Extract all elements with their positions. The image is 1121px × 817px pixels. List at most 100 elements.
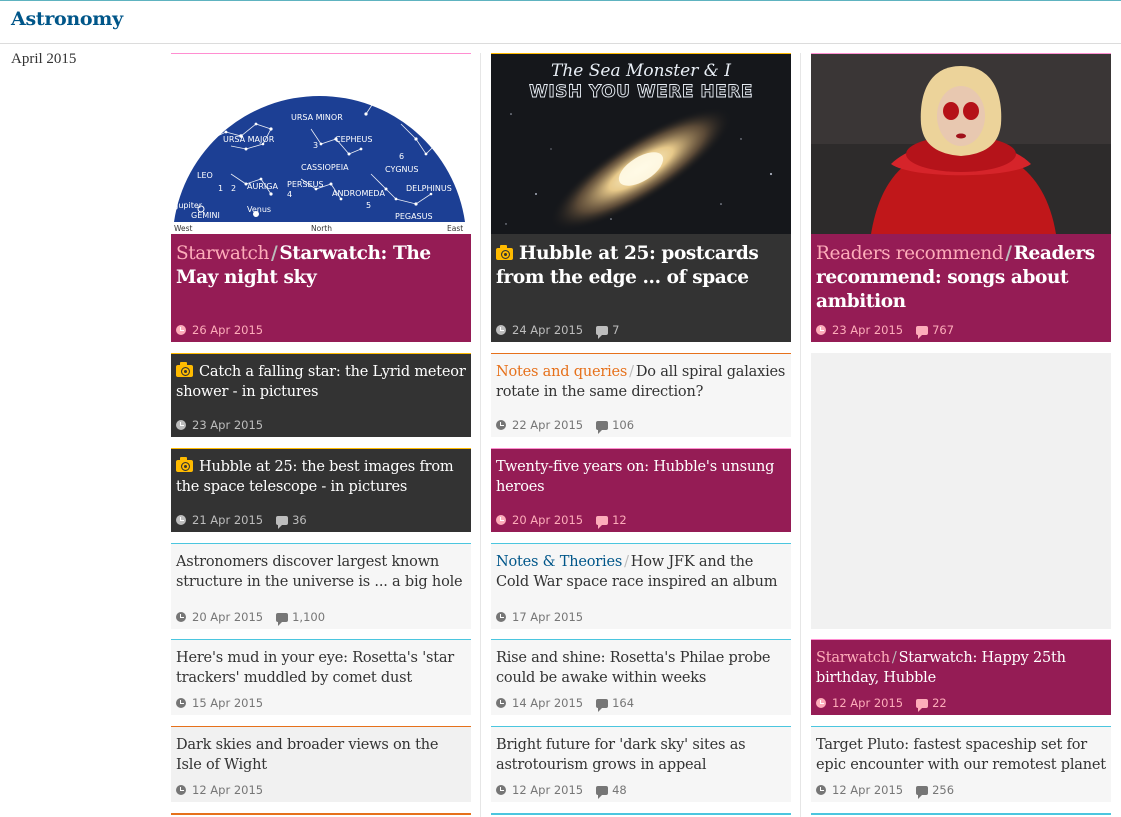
comment-count[interactable]: 1,100 <box>292 610 325 624</box>
comment-icon <box>596 420 609 434</box>
card-date: 20 Apr 2015 <box>512 513 584 527</box>
clock-icon <box>496 515 506 525</box>
card-headline: Readers recommend / Readers recommend: son… <box>816 242 1106 314</box>
card-hubble-best-images[interactable]: Hubble at 25: the best images from the s… <box>171 448 471 532</box>
card-title[interactable]: Bright future for 'dark sky' sites as as… <box>496 737 746 773</box>
compass-north: North <box>311 224 332 233</box>
card-headline[interactable]: Hubble at 25: the best images from the s… <box>176 457 466 497</box>
card-title[interactable]: Hubble at 25: the best images from the s… <box>176 459 454 495</box>
performer-graphic <box>811 54 1111 234</box>
card-title[interactable]: Hubble at 25: postcards from the edge ..… <box>496 243 759 288</box>
card-largest-structure[interactable]: Astronomers discover largest known struc… <box>171 543 471 629</box>
kicker-separator: / <box>891 650 897 666</box>
starmap-label: LEO <box>197 171 213 180</box>
card-kicker[interactable]: Notes & Theories <box>496 554 622 570</box>
clock-icon <box>176 698 186 708</box>
card-date: 26 Apr 2015 <box>192 323 264 337</box>
comment-icon <box>596 515 609 529</box>
kicker-separator: / <box>270 243 278 264</box>
card-meta: 17 Apr 2015 <box>496 608 583 626</box>
card-lyrid-meteor[interactable]: Catch a falling star: the Lyrid meteor s… <box>171 353 471 437</box>
month-label: April 2015 <box>11 51 77 67</box>
starmap-label: AURIGA <box>247 182 278 191</box>
card-headline[interactable]: Catch a falling star: the Lyrid meteor s… <box>176 362 466 402</box>
card-date: 15 Apr 2015 <box>192 696 264 710</box>
clock-icon <box>496 785 506 795</box>
card-starwatch-hubble-birthday[interactable]: Starwatch / Starwatch: Happy 25th birthday… <box>811 639 1111 715</box>
comment-count[interactable]: 164 <box>612 696 634 710</box>
starmap-label: Venus <box>247 205 271 214</box>
comment-icon <box>916 785 929 799</box>
card-title[interactable]: Dark skies and broader views on the Isle… <box>176 737 438 773</box>
starmap-label: URSA MINOR <box>291 113 343 122</box>
card-philae-probe[interactable]: Rise and shine: Rosetta's Philae probe c… <box>491 639 791 715</box>
comment-count[interactable]: 12 <box>612 513 627 527</box>
starmap-label: URSA MAJOR <box>223 135 275 144</box>
card-meta: 12 Apr 2015 48 <box>496 781 627 799</box>
comment-icon <box>916 325 929 339</box>
clock-icon <box>176 515 186 525</box>
card-kicker[interactable]: Starwatch <box>176 243 269 264</box>
card-headline: Here's mud in your eye: Rosetta's 'star … <box>176 648 466 688</box>
comment-icon <box>276 515 289 529</box>
card-date: 12 Apr 2015 <box>832 783 904 797</box>
card-kicker[interactable]: Readers recommend <box>816 243 1004 264</box>
card-kicker[interactable]: Starwatch <box>816 650 890 666</box>
clock-icon <box>496 612 506 622</box>
clock-icon <box>496 420 506 430</box>
card-title[interactable]: Astronomers discover largest known struc… <box>176 554 463 590</box>
comment-icon <box>596 698 609 712</box>
card-meta: 14 Apr 2015 164 <box>496 694 634 712</box>
comment-count[interactable]: 7 <box>612 323 619 337</box>
card-kicker[interactable]: Notes and queries <box>496 364 627 380</box>
compass-east: East <box>447 224 463 233</box>
card-meta: 20 Apr 2015 1,100 <box>176 608 325 626</box>
comment-count[interactable]: 48 <box>612 783 627 797</box>
card-headline[interactable]: Hubble at 25: postcards from the edge ..… <box>496 242 786 290</box>
comment-count[interactable]: 106 <box>612 418 634 432</box>
card-meta: 23 Apr 2015 767 <box>816 321 954 339</box>
card-headline: Bright future for 'dark sky' sites as as… <box>496 735 786 775</box>
comment-count[interactable]: 767 <box>932 323 954 337</box>
page-title[interactable]: Astronomy <box>11 8 123 30</box>
card-spiral-galaxies[interactable]: Notes and queries / Do all spiral galaxies… <box>491 353 791 437</box>
card-headline: Twenty-five years on: Hubble's unsung he… <box>496 457 786 497</box>
card-jfk-cold-war[interactable]: Notes & Theories / How JFK and the Cold Wa… <box>491 543 791 629</box>
card-meta: 22 Apr 2015 106 <box>496 416 634 434</box>
starmap-graphic: URSA MAJOR URSA MINOR CEPHEUS CASSIOPEIA… <box>171 54 471 234</box>
card-date: 21 Apr 2015 <box>192 513 264 527</box>
section-header: Astronomy <box>0 0 1121 44</box>
card-date: 20 Apr 2015 <box>192 610 264 624</box>
card-date: 12 Apr 2015 <box>832 696 904 710</box>
card-isle-of-wight[interactable]: Dark skies and broader views on the Isle… <box>171 726 471 802</box>
starmap-label: DELPHINUS <box>406 184 452 193</box>
card-title[interactable]: Twenty-five years on: Hubble's unsung he… <box>496 459 774 495</box>
comment-icon <box>596 325 609 339</box>
card-target-pluto[interactable]: Target Pluto: fastest spaceship set for … <box>811 726 1111 802</box>
card-date: 22 Apr 2015 <box>512 418 584 432</box>
comment-count[interactable]: 36 <box>292 513 307 527</box>
postcard-line1: The Sea Monster & I <box>551 61 731 81</box>
card-dark-sky-sites[interactable]: Bright future for 'dark sky' sites as as… <box>491 726 791 802</box>
clock-icon <box>176 785 186 795</box>
starmap-number: 6 <box>399 152 404 161</box>
comment-count[interactable]: 256 <box>932 783 954 797</box>
card-headline: Rise and shine: Rosetta's Philae probe c… <box>496 648 786 688</box>
card-starwatch-may[interactable]: URSA MAJOR URSA MINOR CEPHEUS CASSIOPEIA… <box>171 53 471 342</box>
card-rosetta-mud[interactable]: Here's mud in your eye: Rosetta's 'star … <box>171 639 471 715</box>
card-meta: 23 Apr 2015 <box>176 416 263 434</box>
card-hubble-postcards[interactable]: The Sea Monster & I WISH YOU WERE HERE H… <box>491 53 791 342</box>
camera-icon <box>176 457 193 472</box>
next-row-border <box>811 813 1111 815</box>
card-title[interactable]: Rise and shine: Rosetta's Philae probe c… <box>496 650 771 686</box>
starmap-label: Jupiter <box>175 201 203 210</box>
card-hubble-unsung-heroes[interactable]: Twenty-five years on: Hubble's unsung he… <box>491 448 791 532</box>
card-readers-recommend[interactable]: Readers recommend / Readers recommend: son… <box>811 53 1111 342</box>
card-headline: Target Pluto: fastest spaceship set for … <box>816 735 1106 775</box>
card-title[interactable]: Target Pluto: fastest spaceship set for … <box>816 737 1106 773</box>
comment-count[interactable]: 22 <box>932 696 947 710</box>
card-title[interactable]: Catch a falling star: the Lyrid meteor s… <box>176 364 466 400</box>
card-meta: 12 Apr 2015 <box>176 781 263 799</box>
card-title[interactable]: Here's mud in your eye: Rosetta's 'star … <box>176 650 454 686</box>
kicker-separator: / <box>1005 243 1012 264</box>
